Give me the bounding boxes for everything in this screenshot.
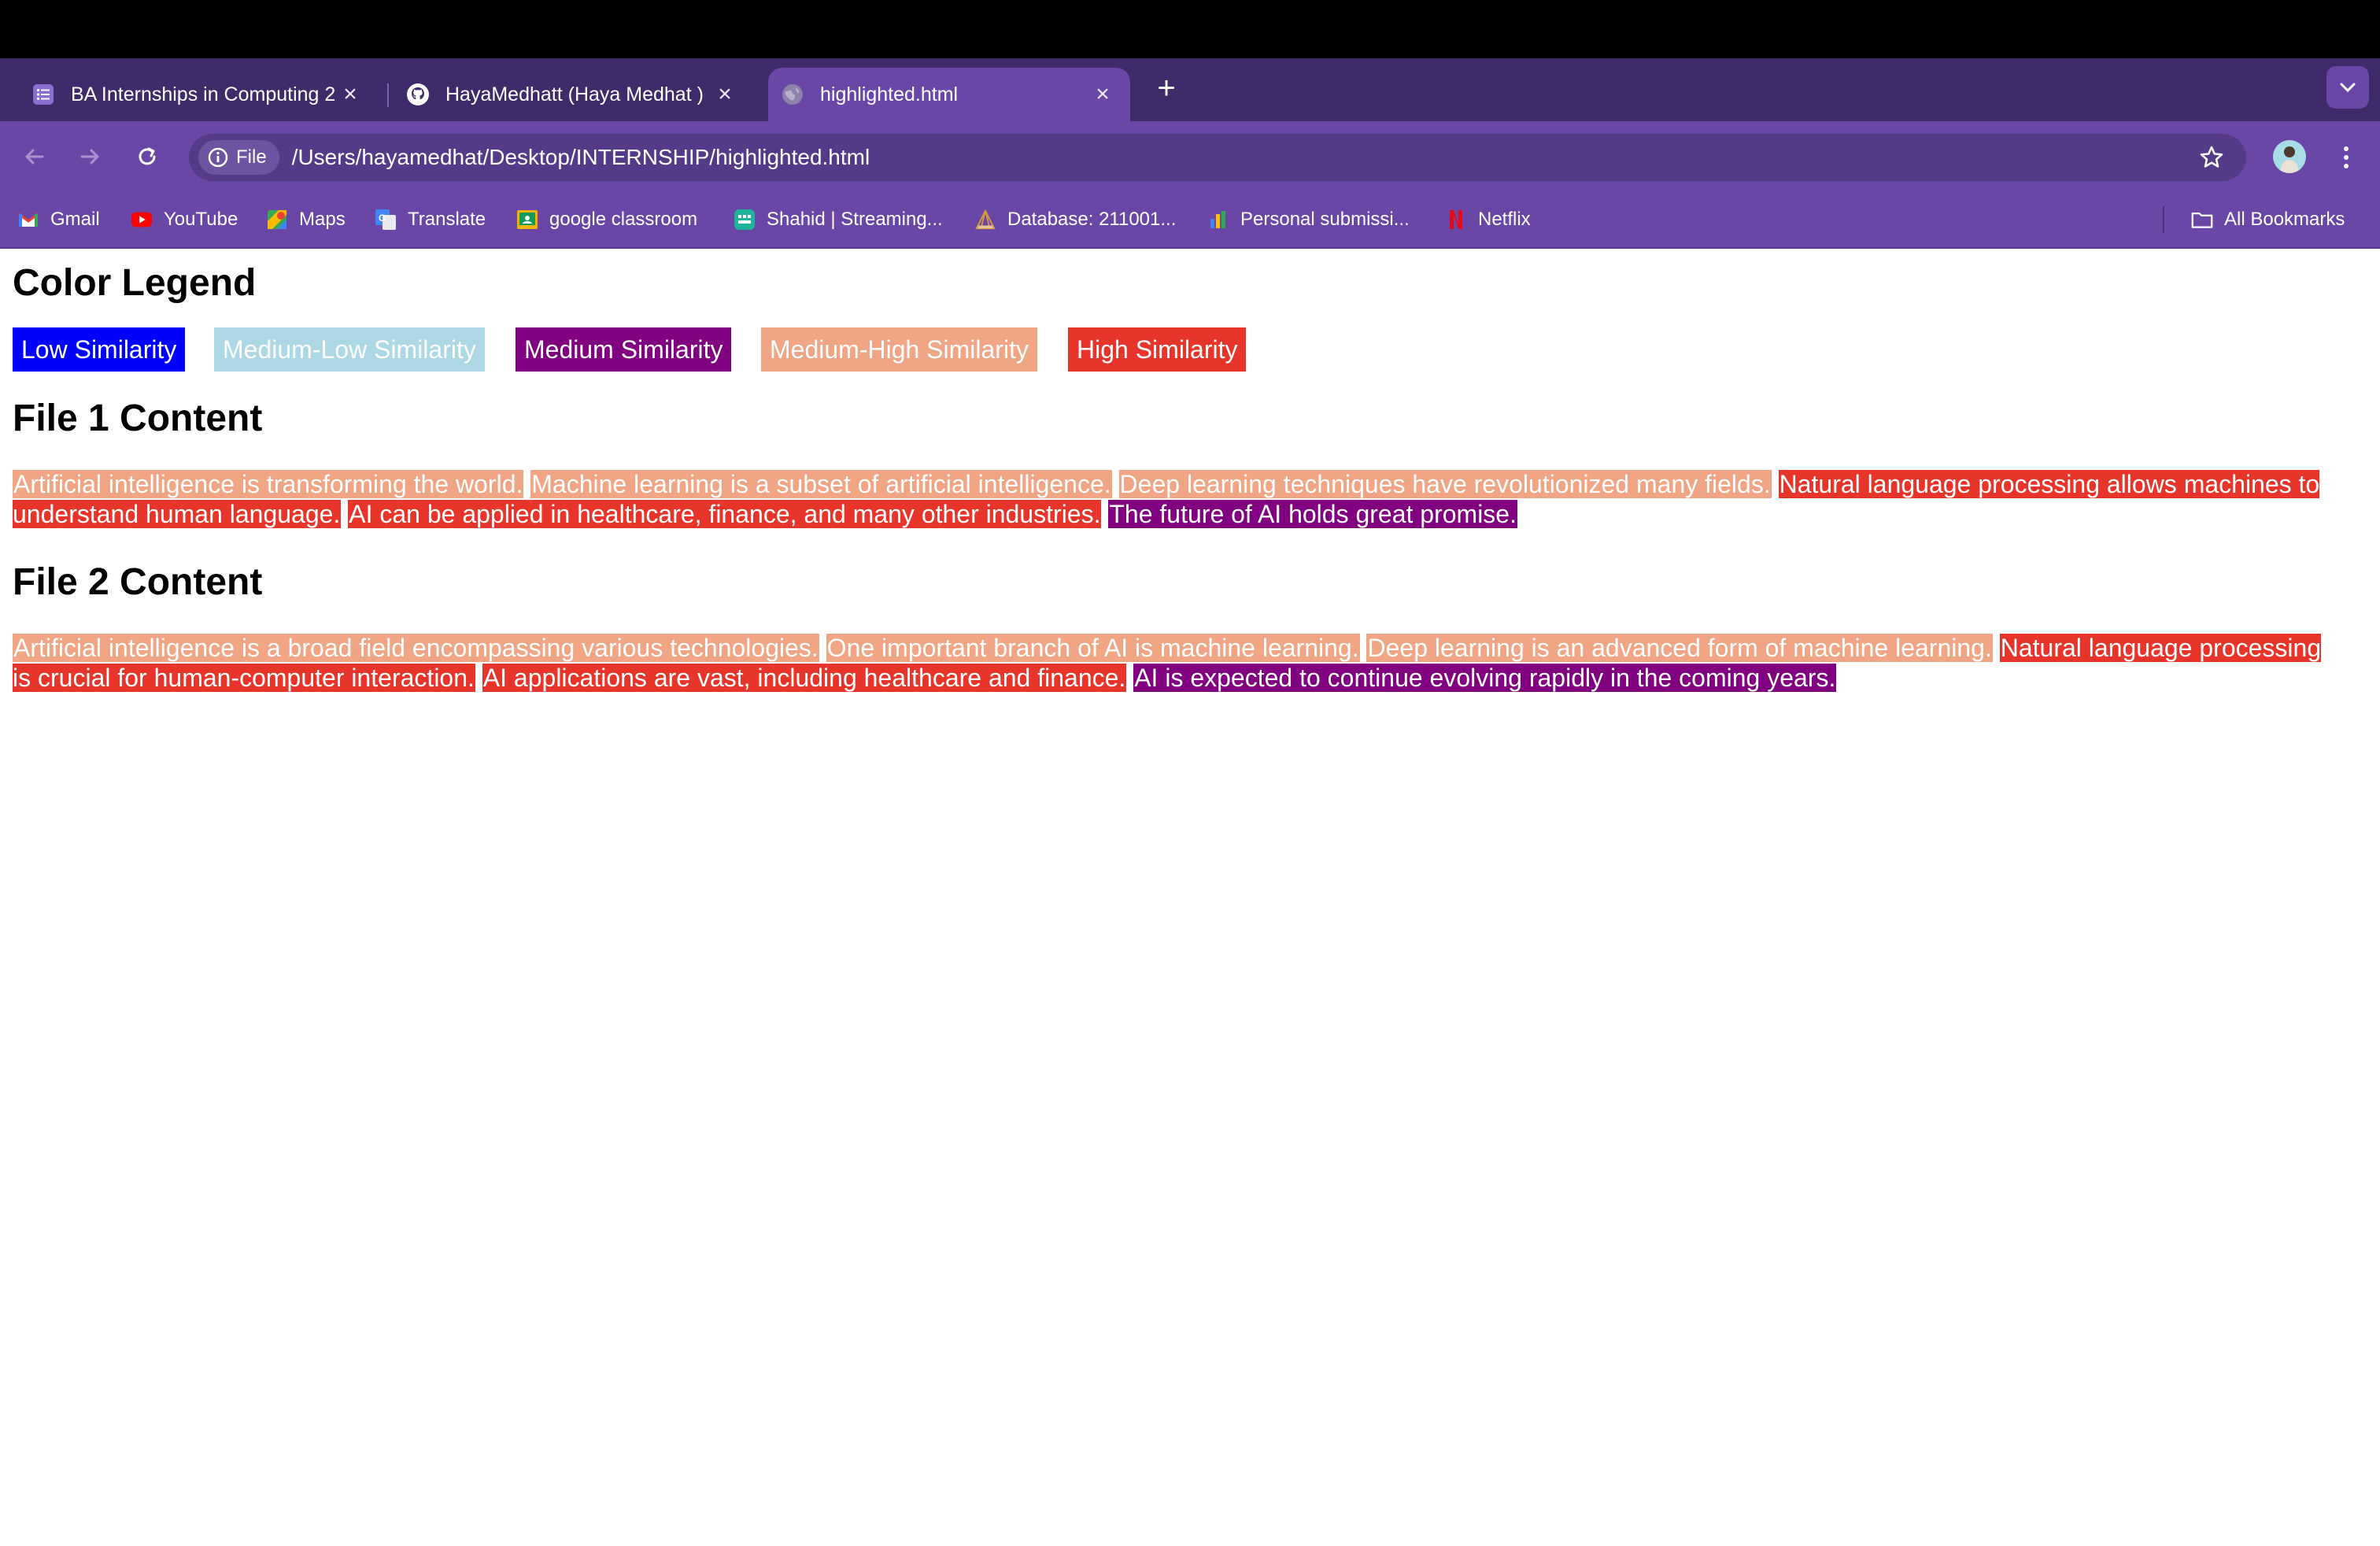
github-icon [406,83,430,106]
address-bar[interactable]: File /Users/hayamedhat/Desktop/INTERNSHI… [189,134,2246,181]
tab-highlighted[interactable]: highlighted.html × [768,68,1130,121]
tab-title: highlighted.html [820,83,959,105]
bookmark-database[interactable]: Database: 211001... [974,206,1176,233]
site-chip-label: File [236,146,267,168]
browser-toolbar: File /Users/hayamedhat/Desktop/INTERNSHI… [0,121,2380,192]
avatar-icon [2273,140,2306,173]
legend-medium-similarity: Medium Similarity [516,327,732,372]
arrow-right-icon [80,149,99,165]
bookmark-label: Maps [299,209,346,230]
file1-content: Artificial intelligence is transforming … [13,469,2342,529]
profile-avatar[interactable] [2273,140,2306,173]
bookmark-translate[interactable]: G Translate [375,206,486,233]
close-icon[interactable]: × [1091,81,1114,107]
close-icon[interactable]: × [338,81,362,107]
file2-content: Artificial intelligence is a broad field… [13,633,2342,693]
tab-title: HayaMedhatt (Haya Medhat ) [445,83,704,105]
tab-search-button[interactable] [2326,66,2369,109]
tab-ba-internships[interactable]: BA Internships in Computing 2 × [0,68,378,121]
bookmarks-bar: Gmail YouTube Maps G Translate google cl… [0,192,2380,249]
maps-icon [266,209,288,231]
more-vertical-icon [2344,146,2349,168]
chevron-down-icon [2340,83,2356,93]
sentence: The future of AI holds great promise. [1108,500,1517,528]
sentence: Deep learning is an advanced form of mac… [1366,634,1993,662]
star-icon [2200,146,2223,168]
legend-low-similarity: Low Similarity [13,327,186,372]
bookmark-label: Database: 211001... [1007,209,1177,230]
tab-title: BA Internships in Computing 2 [71,83,336,105]
site-info-chip[interactable]: File [198,140,279,175]
classroom-icon [516,209,538,231]
bookmark-label: Shahid | Streaming... [767,209,943,230]
sentence: One important branch of AI is machine le… [826,634,1360,662]
bookmark-label: Translate [408,209,486,230]
bookmarks-divider [2163,206,2164,233]
svg-text:G: G [379,213,386,224]
tab-github[interactable]: HayaMedhatt (Haya Medhat ) × [390,68,752,121]
legend-medium-high-similarity: Medium-High Similarity [761,327,1037,372]
bookmark-label: Netflix [1478,209,1531,230]
sentence: AI applications are vast, including heal… [482,664,1127,692]
arrow-left-icon [25,149,44,165]
all-bookmarks-button[interactable]: All Bookmarks [2191,206,2345,233]
legend-high-similarity: High Similarity [1068,327,1247,372]
forward-button[interactable] [69,135,112,178]
sentence: Artificial intelligence is a broad field… [13,634,819,662]
bookmark-label: All Bookmarks [2224,209,2345,230]
bookmark-gmail[interactable]: Gmail [17,206,100,233]
bookmark-label: google classroom [549,209,698,230]
bookmark-star-button[interactable] [2197,143,2226,172]
sentence: Deep learning techniques have revolution… [1118,470,1772,498]
bookmark-label: Personal submissi... [1240,209,1410,230]
tab-divider [387,83,389,107]
bookmark-personal-submission[interactable]: Personal submissi... [1207,206,1410,233]
sentence: AI can be applied in healthcare, finance… [348,500,1102,528]
shahid-icon [734,209,756,231]
bookmark-youtube[interactable]: YouTube [131,206,238,233]
chart-icon [1207,209,1229,231]
reload-button[interactable] [126,135,168,178]
translate-icon: G [375,209,397,231]
list-icon [31,83,55,106]
tab-strip: BA Internships in Computing 2 × HayaMedh… [0,58,2380,121]
file2-title: File 2 Content [13,561,263,603]
file1-title: File 1 Content [13,398,263,439]
bookmark-label: Gmail [50,209,100,230]
bookmark-label: YouTube [164,209,238,230]
sentence: AI is expected to continue evolving rapi… [1133,664,1837,692]
bookmark-netflix[interactable]: Netflix [1445,206,1531,233]
info-icon [208,147,228,168]
globe-icon [781,83,804,106]
database-icon [974,209,996,231]
url-text[interactable]: /Users/hayamedhat/Desktop/INTERNSHIP/hig… [292,145,870,170]
new-tab-button[interactable]: + [1149,72,1184,107]
sentence: Machine learning is a subset of artifici… [530,470,1112,498]
page-content: Color Legend Low Similarity Medium-Low S… [0,249,2380,1546]
bookmark-classroom[interactable]: google classroom [516,206,697,233]
browser-menu-button[interactable] [2334,142,2358,173]
youtube-icon [131,209,153,231]
bookmark-maps[interactable]: Maps [266,206,346,233]
bookmark-shahid[interactable]: Shahid | Streaming... [734,206,943,233]
sentence: Artificial intelligence is transforming … [13,470,524,498]
close-icon[interactable]: × [713,81,737,107]
back-button[interactable] [13,135,55,178]
legend-title: Color Legend [13,262,257,304]
folder-icon [2191,209,2213,231]
legend-medium-low-similarity: Medium-Low Similarity [214,327,485,372]
gmail-icon [17,209,39,231]
reload-icon [139,147,156,165]
netflix-icon [1445,209,1467,231]
